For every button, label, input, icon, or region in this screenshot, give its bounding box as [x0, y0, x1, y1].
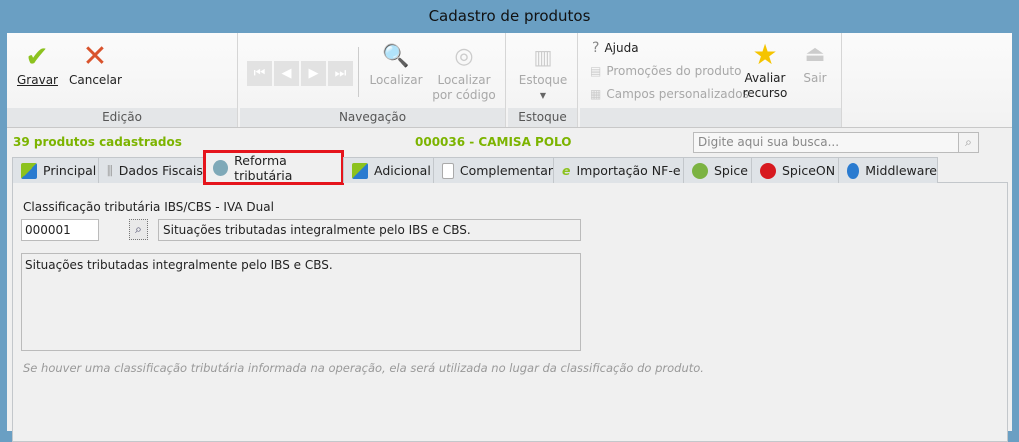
gravar-button[interactable]: ✔ Gravar: [17, 40, 58, 88]
lookup-button[interactable]: ⌕: [129, 219, 148, 240]
dropdown-arrow-icon: ▼: [539, 91, 547, 100]
prev-record-button[interactable]: ◀: [274, 61, 299, 86]
nfe-icon: e: [562, 163, 571, 178]
tab-panel: Classificação tributária IBS/CBS - IVA D…: [12, 182, 1008, 442]
window: ✔ Gravar ✕ Cancelar Edição ⏮ ◀ ▶ ⏭ 🔍 Loc…: [7, 33, 1012, 442]
tab-spice[interactable]: Spice: [683, 157, 752, 183]
help-icon: ?: [592, 40, 600, 56]
campos-button[interactable]: ▦ Campos personalizados: [590, 87, 749, 101]
group-label: [580, 108, 841, 127]
box-icon: [352, 162, 368, 179]
estoque-button[interactable]: ▥ Estoque ▼: [513, 41, 573, 103]
exit-icon: ⏏: [804, 42, 826, 67]
sair-button[interactable]: ⏏ Sair: [800, 39, 830, 86]
check-icon: ✔: [25, 40, 49, 73]
group-estoque: ▥ Estoque ▼ Estoque: [508, 33, 578, 127]
tab-importacao-nfe[interactable]: e Importação NF-e: [553, 157, 684, 183]
close-icon: ✕: [82, 39, 108, 74]
search-button[interactable]: ⌕: [958, 132, 979, 153]
tab-adicional[interactable]: Adicional: [343, 157, 434, 183]
spreadsheet-icon: ▤: [590, 64, 602, 78]
globe-icon: [847, 162, 860, 179]
avaliar-button[interactable]: ★ Avaliar recurso: [740, 39, 790, 101]
next-record-button[interactable]: ▶: [301, 61, 326, 86]
search-icon: ⌕: [965, 135, 972, 149]
printer-icon: ▦: [590, 87, 602, 101]
first-record-button[interactable]: ⏮: [247, 61, 272, 86]
classificacao-description: Situações tributadas integralmente pelo …: [158, 219, 581, 241]
promocoes-button[interactable]: ▤ Promoções do produto: [590, 64, 741, 78]
search-icon: ⌕: [135, 222, 142, 236]
ribbon: ✔ Gravar ✕ Cancelar Edição ⏮ ◀ ▶ ⏭ 🔍 Loc…: [7, 33, 1012, 128]
box-icon: [21, 162, 37, 179]
group-label: Edição: [7, 108, 237, 127]
cancelar-button[interactable]: ✕ Cancelar: [69, 39, 122, 88]
group-navegacao: ⏮ ◀ ▶ ⏭ 🔍 Localizar ◎ Localizar por códi…: [240, 33, 506, 127]
group-label: Navegação: [240, 108, 505, 127]
classificacao-label: Classificação tributária IBS/CBS - IVA D…: [23, 200, 274, 214]
title-bar: Cadastro de produtos: [428, 7, 591, 25]
localizar-codigo-button[interactable]: ◎ Localizar por código: [432, 41, 496, 103]
group-outros: ? Ajuda ▤ Promoções do produto ▦ Campos per…: [580, 33, 842, 127]
document-chart-icon: [442, 162, 454, 179]
current-product: 000036 - CAMISA POLO: [415, 135, 572, 149]
classificacao-code-input[interactable]: 000001: [21, 219, 99, 241]
tab-dados-fiscais[interactable]: ⫼ Dados Fiscais: [98, 157, 205, 183]
tab-spiceon[interactable]: SpiceON: [751, 157, 839, 183]
spice-leaf-icon: [692, 162, 708, 179]
group-edicao: ✔ Gravar ✕ Cancelar Edição: [7, 33, 238, 127]
highlight-box: [203, 150, 344, 185]
search-doc-icon: 🔍: [382, 44, 410, 69]
ajuda-button[interactable]: ? Ajuda: [592, 40, 639, 56]
products-count: 39 produtos cadastrados: [13, 135, 182, 149]
last-record-button[interactable]: ⏭: [328, 61, 353, 86]
localizar-button[interactable]: 🔍 Localizar: [368, 41, 424, 88]
tab-complementar[interactable]: Complementar: [433, 157, 554, 183]
barcode-search-icon: ◎: [454, 44, 474, 69]
cloud-icon: [760, 162, 776, 179]
hint-text: Se houver uma classificação tributária i…: [23, 361, 704, 375]
star-icon: ★: [752, 38, 778, 71]
details-textarea[interactable]: Situações tributadas integralmente pelo …: [21, 253, 581, 351]
tab-principal[interactable]: Principal: [12, 157, 99, 183]
stock-chart-icon: ▥: [533, 45, 553, 69]
group-label: Estoque: [508, 108, 577, 127]
bars-icon: ⫼: [107, 162, 113, 178]
search-input[interactable]: Digite aqui sua busca...: [693, 132, 959, 153]
tab-middleware[interactable]: Middleware: [838, 157, 938, 183]
divider: [358, 47, 359, 97]
